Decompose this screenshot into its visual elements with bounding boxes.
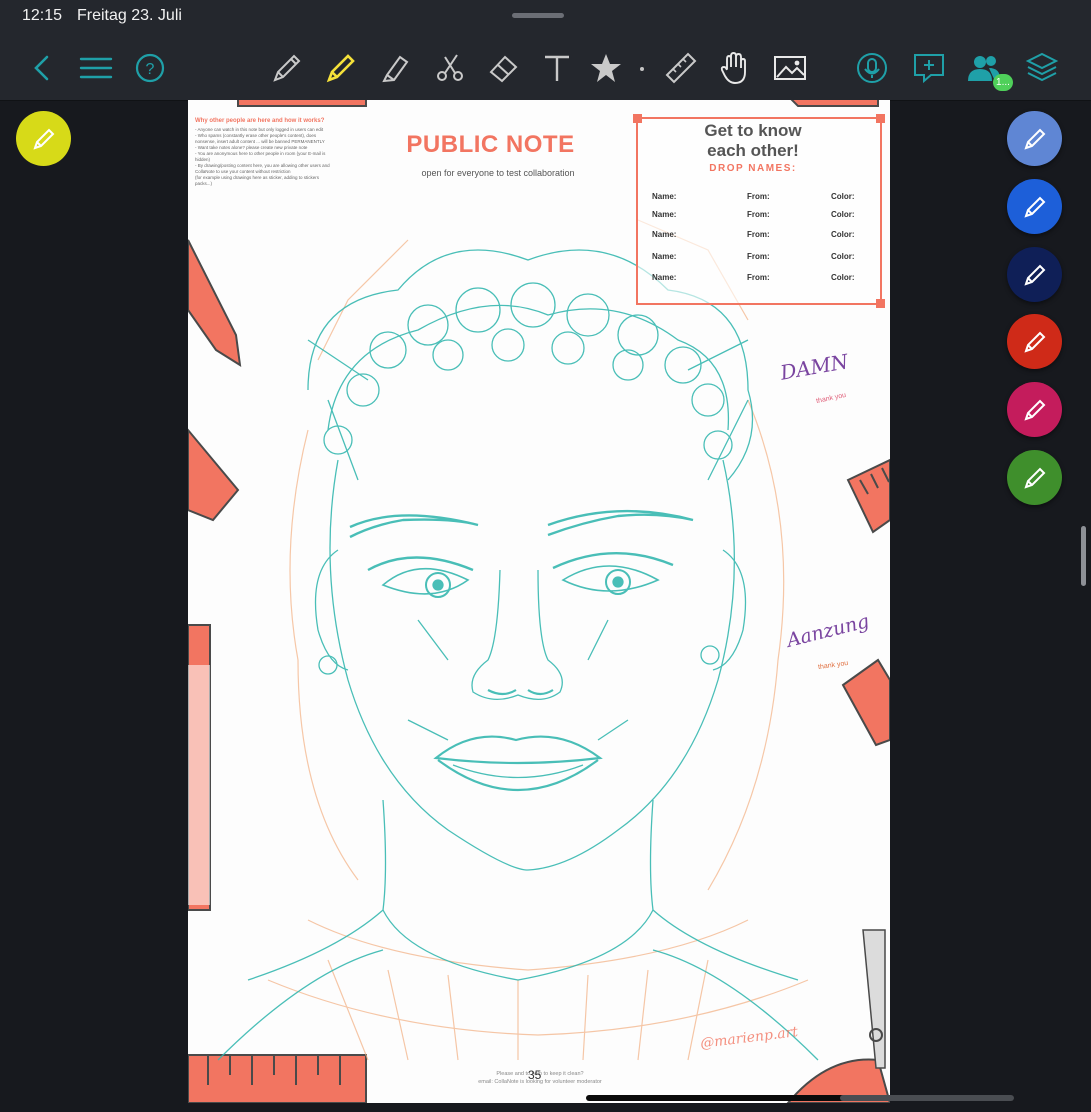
pen-icon — [1023, 331, 1045, 353]
from-label: From: — [747, 252, 770, 261]
image-icon[interactable] — [770, 48, 810, 88]
text-tool-icon[interactable] — [537, 48, 577, 88]
name-label: Name: — [652, 192, 677, 201]
lasso-scissors-icon[interactable] — [430, 48, 470, 88]
ruler-icon[interactable] — [661, 48, 701, 88]
shapes-star-icon[interactable] — [586, 48, 626, 88]
status-bar: 12:15 Freitag 23. Juli — [0, 0, 1091, 34]
page-subtitle: open for everyone to test collaboration — [421, 168, 575, 178]
pen-preset-navy[interactable] — [1007, 247, 1062, 302]
selection-handle[interactable] — [876, 299, 885, 308]
svg-text:?: ? — [146, 61, 155, 78]
home-indicator-highlight — [840, 1095, 1014, 1101]
highlighter-tool-icon[interactable] — [375, 48, 415, 88]
from-label: From: — [747, 230, 770, 239]
pen-icon — [1023, 264, 1045, 286]
pencil-tool-icon[interactable] — [321, 48, 361, 88]
hand-tool-icon[interactable] — [715, 48, 755, 88]
clock: 12:15 — [22, 7, 63, 24]
from-label: From: — [747, 273, 770, 282]
pen-preset-magenta[interactable] — [1007, 382, 1062, 437]
layers-icon[interactable] — [1022, 48, 1062, 88]
info-line: - Who spams (constantly erase other peop… — [195, 133, 325, 144]
back-icon[interactable] — [22, 48, 62, 88]
pen-preset-light-blue[interactable] — [1007, 111, 1062, 166]
drop-names-label: DROP NAMES: — [709, 163, 797, 174]
separator-dot — [640, 67, 644, 71]
vertical-scrollbar[interactable] — [1081, 526, 1086, 586]
pencil-icon — [32, 128, 54, 150]
names-heading: Get to know each other! — [638, 121, 868, 161]
info-title: Why other people are here and how it wor… — [195, 118, 325, 124]
name-label: Name: — [652, 210, 677, 219]
current-pen-button[interactable] — [16, 111, 71, 166]
info-body: - Anyone can watch in this note but only… — [195, 127, 330, 187]
from-label: From: — [747, 210, 770, 219]
from-label: From: — [747, 192, 770, 201]
selection-handle[interactable] — [876, 114, 885, 123]
date: Freitag 23. Juli — [77, 7, 182, 24]
menu-icon[interactable] — [76, 48, 116, 88]
color-label: Color: — [831, 192, 855, 201]
eraser-icon[interactable] — [484, 48, 524, 88]
info-line: (for example using drawings here as stic… — [195, 175, 320, 186]
multitask-grabber[interactable] — [512, 13, 564, 18]
info-line: - By drawing/posting content here, you a… — [195, 163, 330, 174]
page-title: PUBLIC NOTE — [406, 131, 575, 158]
pen-icon — [1023, 196, 1045, 218]
pen-preset-red[interactable] — [1007, 314, 1062, 369]
pen-icon — [1023, 128, 1045, 150]
name-label: Name: — [652, 252, 677, 261]
page-number: 35 — [528, 1068, 542, 1082]
color-label: Color: — [831, 210, 855, 219]
names-heading-line: each other! — [707, 141, 799, 160]
pen-icon — [1023, 399, 1045, 421]
name-label: Name: — [652, 230, 677, 239]
color-label: Color: — [831, 230, 855, 239]
info-block: Why other people are here and how it wor… — [195, 118, 330, 187]
name-label: Name: — [652, 273, 677, 282]
info-line: - You are anonymous here to other people… — [195, 151, 326, 162]
toolbar: ? — [0, 34, 1091, 101]
add-comment-icon[interactable] — [909, 48, 949, 88]
collaborators-badge: 1... — [993, 74, 1013, 91]
pen-preset-blue[interactable] — [1007, 179, 1062, 234]
color-label: Color: — [831, 252, 855, 261]
note-page-canvas[interactable]: Why other people are here and how it wor… — [188, 100, 890, 1103]
pen-tool-icon[interactable] — [267, 48, 307, 88]
color-label: Color: — [831, 273, 855, 282]
pen-preset-green[interactable] — [1007, 450, 1062, 505]
help-icon[interactable]: ? — [130, 48, 170, 88]
drop-names-box[interactable]: Get to know each other! DROP NAMES: Name… — [633, 114, 885, 308]
names-heading-line: Get to know — [704, 121, 802, 140]
microphone-icon[interactable] — [852, 48, 892, 88]
pen-icon — [1023, 467, 1045, 489]
